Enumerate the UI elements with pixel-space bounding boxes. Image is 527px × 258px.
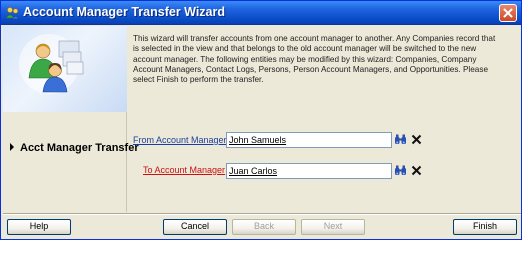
from-account-manager-label: From Account Manager (133, 135, 227, 145)
finish-button[interactable]: Finish (453, 219, 517, 235)
arrow-right-icon (10, 143, 14, 151)
close-button[interactable] (499, 4, 517, 22)
clear-x-icon[interactable] (410, 164, 423, 177)
clear-x-icon[interactable] (410, 133, 423, 146)
back-button[interactable]: Back (232, 219, 296, 235)
button-bar-divider (3, 213, 521, 215)
wizard-banner-image (3, 26, 127, 112)
close-icon (503, 8, 513, 18)
to-account-manager-field[interactable]: Juan Carlos (226, 163, 392, 179)
users-icon (5, 7, 20, 20)
window-title: Account Manager Transfer Wizard (23, 5, 226, 19)
title-bar[interactable]: Account Manager Transfer Wizard (1, 1, 521, 25)
wizard-description: This wizard will transfer accounts from … (133, 34, 496, 85)
step-acct-manager-transfer[interactable]: Acct Manager Transfer (10, 142, 139, 154)
wizard-steps-pane: Acct Manager Transfer (3, 26, 139, 212)
binoculars-icon[interactable] (394, 164, 407, 177)
from-account-manager-field[interactable]: John Samuels (226, 132, 392, 148)
binoculars-icon[interactable] (394, 133, 407, 146)
next-button[interactable]: Next (301, 219, 365, 235)
to-account-manager-label: To Account Manager (143, 165, 226, 175)
step-label: Acct Manager Transfer (20, 142, 139, 154)
help-button[interactable]: Help (7, 219, 71, 235)
wizard-window: Account Manager Transfer Wizard Acct Man… (0, 0, 522, 240)
cancel-button[interactable]: Cancel (163, 219, 227, 235)
account-managers-illustration (19, 34, 84, 94)
